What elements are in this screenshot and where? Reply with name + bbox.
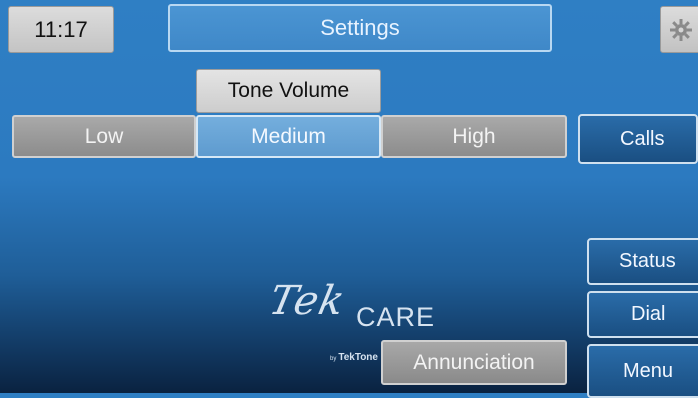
settings-button[interactable]: [660, 6, 698, 53]
clock-time: 11:17: [34, 16, 88, 42]
tone-volume-medium-label: Medium: [251, 124, 326, 148]
status-label: Status: [619, 250, 676, 272]
tone-volume-label: Tone Volume: [196, 69, 381, 113]
clock: 11:17: [8, 6, 114, 53]
status-button[interactable]: Status: [587, 238, 698, 285]
dial-label: Dial: [631, 303, 666, 325]
logo-care-text: CARE: [356, 302, 436, 332]
tone-volume-high-button[interactable]: High: [381, 115, 567, 158]
menu-button[interactable]: Menu: [587, 344, 698, 398]
tone-volume-high-label: High: [452, 124, 496, 148]
tekcare-logo: Tek CARE: [265, 278, 450, 338]
logo-tek-text: Tek: [265, 278, 350, 324]
dial-button[interactable]: Dial: [587, 291, 698, 338]
annunciation-label: Annunciation: [413, 350, 535, 374]
page-title: Settings: [168, 4, 552, 52]
gear-icon: [670, 19, 692, 41]
tone-volume-low-button[interactable]: Low: [12, 115, 196, 158]
tone-volume-low-label: Low: [84, 124, 124, 148]
page-title-text: Settings: [320, 15, 400, 40]
calls-button[interactable]: Calls: [578, 114, 698, 164]
byline-brand: TekTone: [338, 352, 378, 363]
byline-prefix: by: [330, 356, 337, 362]
tone-volume-medium-button[interactable]: Medium: [196, 115, 381, 158]
menu-label: Menu: [623, 359, 674, 382]
tone-volume-label-text: Tone Volume: [227, 79, 350, 102]
calls-label: Calls: [620, 127, 665, 150]
annunciation-button[interactable]: Annunciation: [381, 340, 567, 385]
